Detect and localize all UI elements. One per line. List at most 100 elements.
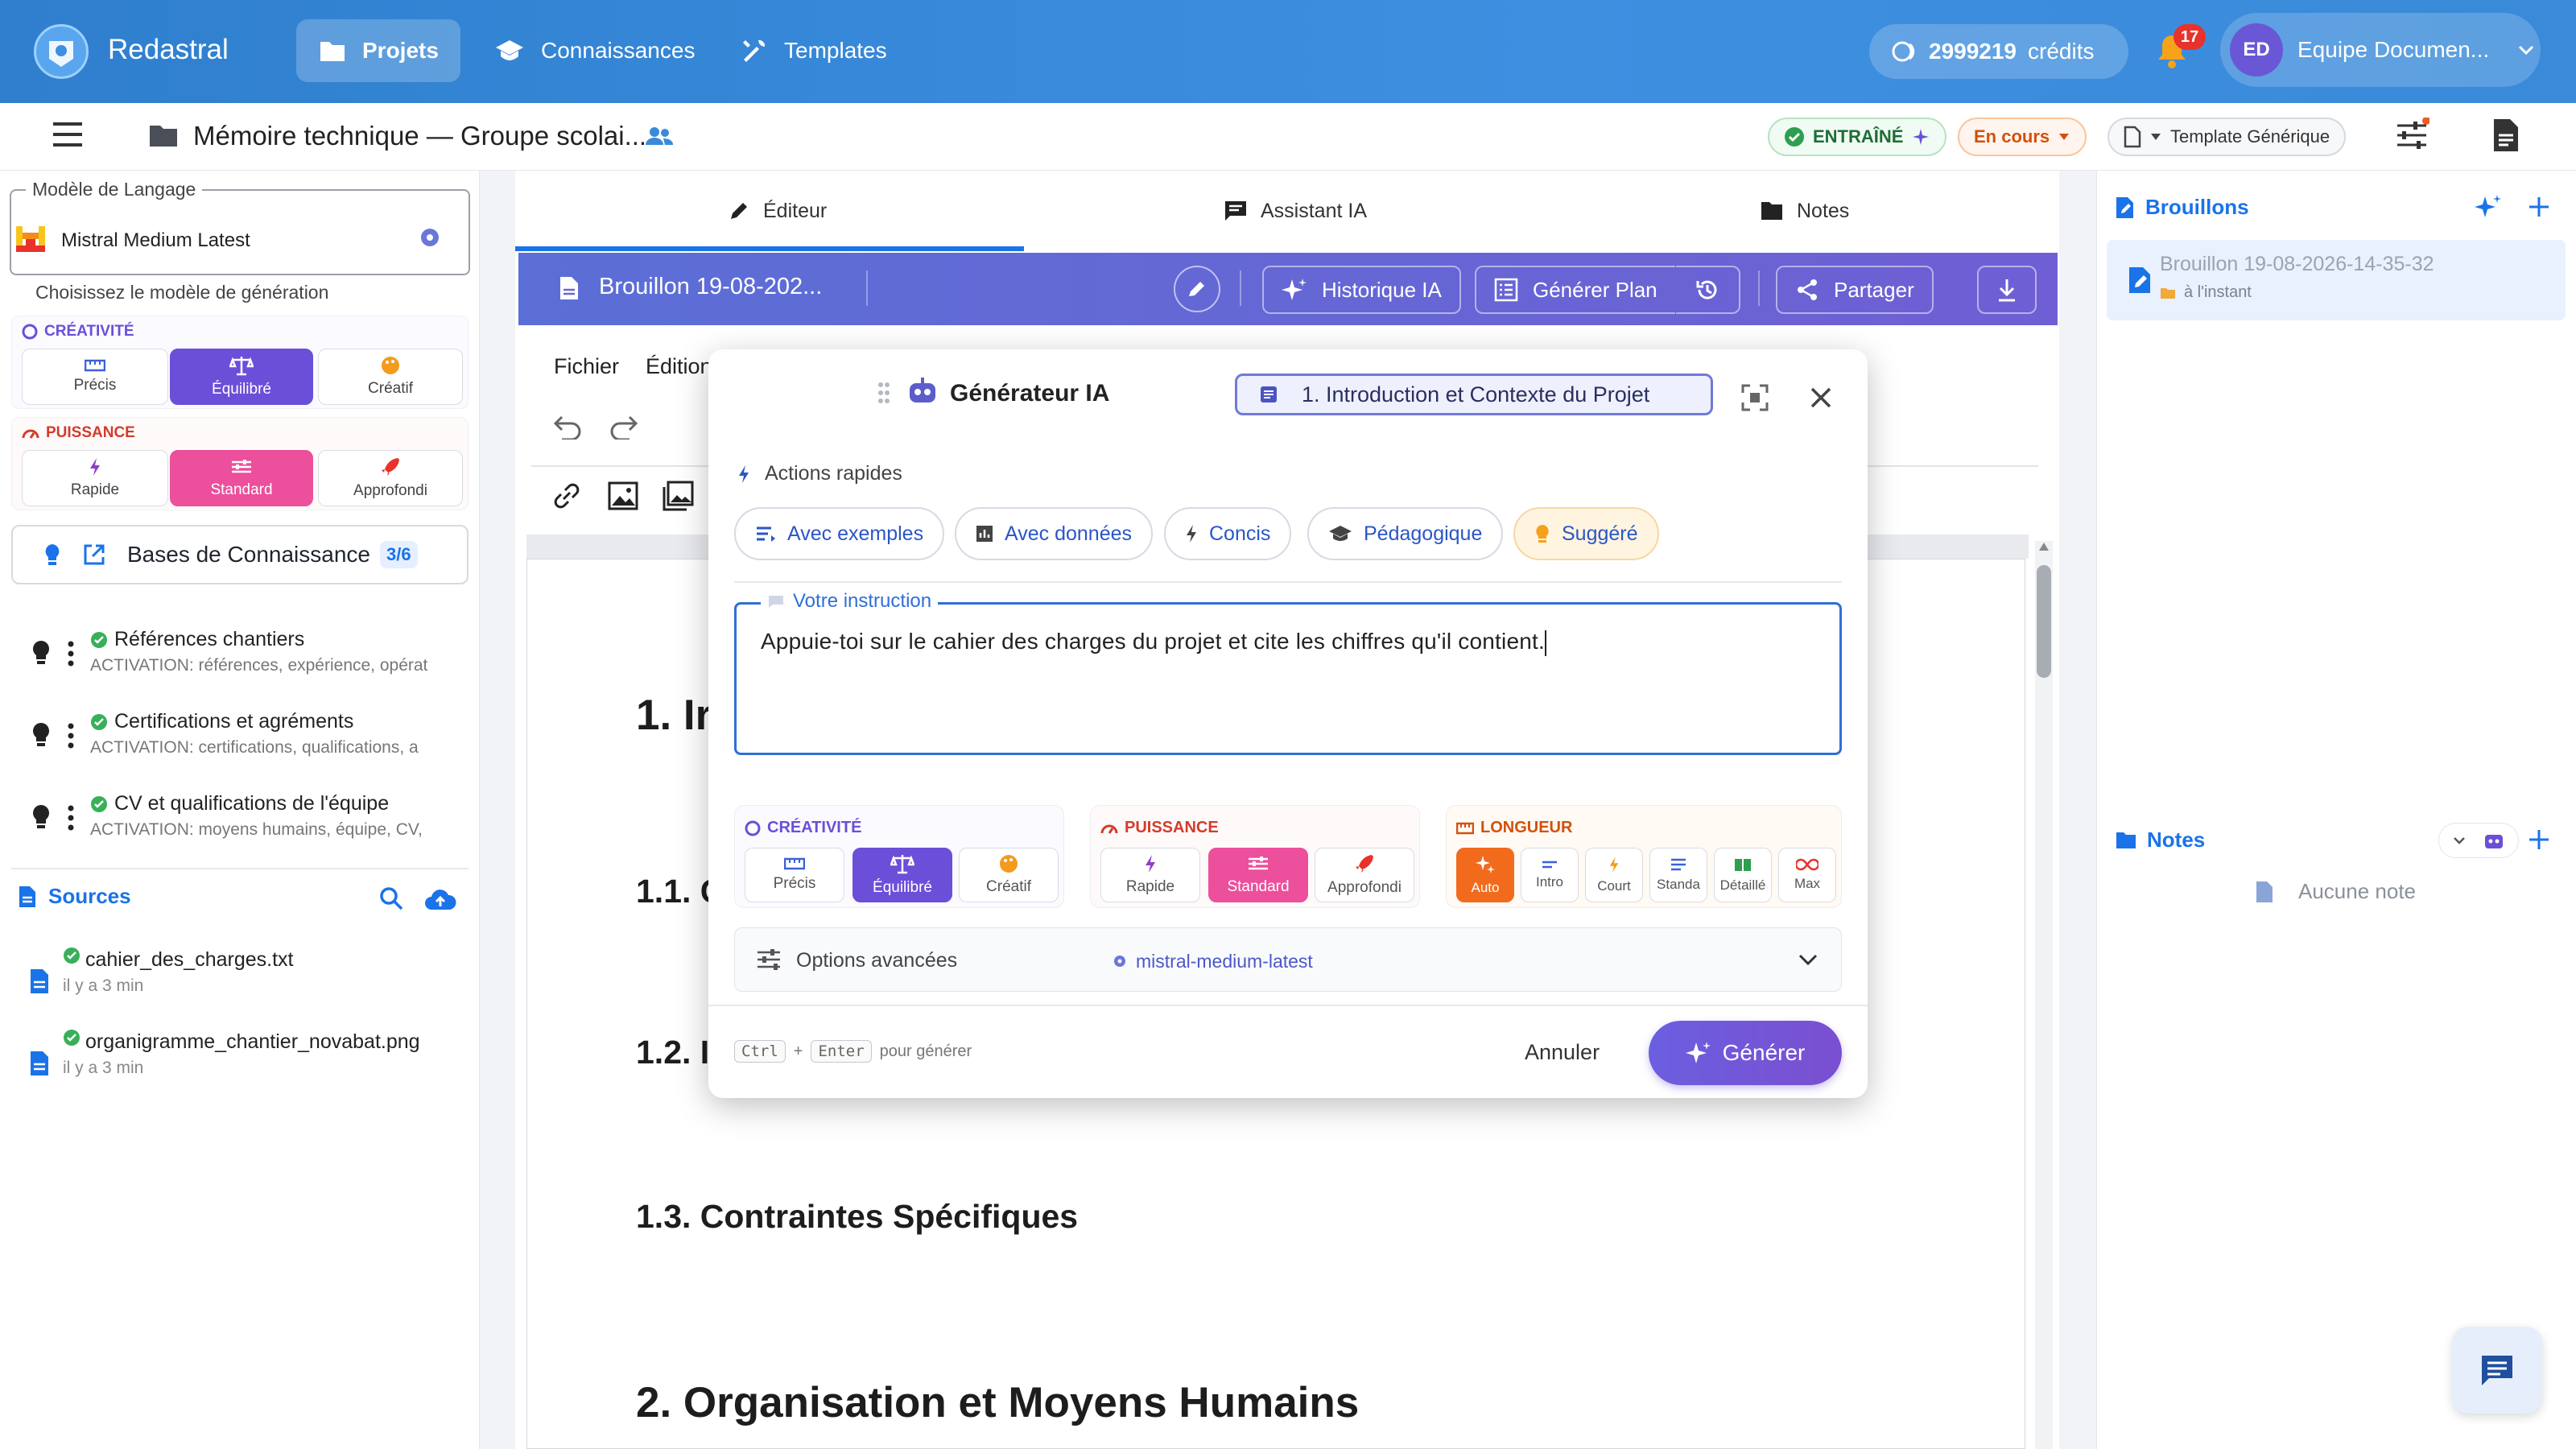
section-chip[interactable]: 1. Introduction et Contexte du Projet <box>1235 374 1713 415</box>
user-menu[interactable]: ED Equipe Documen... <box>2220 13 2541 87</box>
kb-item[interactable]: Certifications et agréments ACTIVATION: … <box>31 710 460 758</box>
document-icon <box>2124 126 2141 148</box>
school-icon <box>494 39 525 63</box>
template-selector[interactable]: Template Générique <box>2107 118 2347 156</box>
open-external-icon[interactable] <box>82 543 106 567</box>
modal-length-segment: LONGUEUR Auto Intro Court Standa Détaill… <box>1446 805 1842 908</box>
length-court-button[interactable]: Court <box>1585 848 1643 902</box>
cancel-button[interactable]: Annuler <box>1525 1040 1600 1065</box>
power-standard-button[interactable]: Standard <box>170 450 313 506</box>
document-panel-icon[interactable] <box>2492 118 2520 153</box>
nav-projets[interactable]: Projets <box>296 19 460 82</box>
image-icon[interactable] <box>607 480 639 512</box>
quick-action-pedagogic[interactable]: Pédagogique <box>1307 507 1504 560</box>
drag-handle-icon[interactable] <box>877 382 890 404</box>
add-draft-icon[interactable] <box>2527 195 2551 219</box>
creativity-creatif-button[interactable]: Créatif <box>318 349 463 405</box>
scrollbar-thumb[interactable] <box>2037 565 2051 678</box>
app-logo[interactable] <box>34 24 89 79</box>
instruction-textarea[interactable]: Votre instruction Appuie-toi sur le cahi… <box>734 590 1842 755</box>
folder-icon <box>2160 287 2176 299</box>
modal-creativity-equilibre-button[interactable]: Équilibré <box>852 848 952 902</box>
modal-power-rapide-button[interactable]: Rapide <box>1100 848 1200 902</box>
document-title[interactable]: Brouillon 19-08-202... <box>599 274 822 300</box>
nav-connaissances[interactable]: Connaissances <box>472 19 717 82</box>
generate-plan-button[interactable]: Générer Plan <box>1475 266 1675 314</box>
credits-pill[interactable]: 2999219 crédits <box>1869 24 2128 79</box>
gallery-icon[interactable] <box>662 480 694 512</box>
length-detaille-label: Détaillé <box>1719 877 1766 893</box>
tab-notes[interactable]: Notes <box>1760 171 1849 251</box>
modal-power-approfondi-button[interactable]: Approfondi <box>1315 848 1414 902</box>
search-icon[interactable] <box>378 886 404 911</box>
chat-fab-button[interactable] <box>2452 1327 2542 1414</box>
notes-filter-toggle[interactable] <box>2438 823 2519 858</box>
modal-creativity-precis-button[interactable]: Précis <box>745 848 844 902</box>
length-intro-button[interactable]: Intro <box>1521 848 1579 902</box>
menu-fichier[interactable]: Fichier <box>554 354 619 379</box>
kb-item[interactable]: CV et qualifications de l'équipe ACTIVAT… <box>31 792 460 840</box>
kb-item[interactable]: Références chantiers ACTIVATION: référen… <box>31 628 460 675</box>
more-vert-icon[interactable] <box>68 723 74 749</box>
top-app-bar: Redastral Projets Connaissances Template… <box>0 0 2576 103</box>
llm-selector[interactable]: Modèle de Langage Mistral Medium Latest <box>10 179 470 275</box>
draft-item[interactable]: Brouillon 19-08-2026-14-35-32 à l'instan… <box>2107 240 2566 320</box>
credits-value: 2999219 <box>1929 39 2017 64</box>
settings-sliders-icon[interactable] <box>2394 118 2429 153</box>
tools-icon <box>741 37 768 64</box>
advanced-options-accordion[interactable]: Options avancées mistral-medium-latest <box>734 927 1842 992</box>
redo-icon[interactable] <box>609 414 641 440</box>
share-button[interactable]: Partager <box>1776 266 1934 314</box>
more-vert-icon[interactable] <box>68 641 74 667</box>
undo-icon[interactable] <box>551 414 583 440</box>
cloud-upload-icon[interactable] <box>423 887 457 911</box>
more-vert-icon[interactable] <box>68 805 74 831</box>
nav-templates[interactable]: Templates <box>718 19 910 82</box>
quick-action-examples[interactable]: Avec exemples <box>734 507 945 560</box>
rename-button[interactable] <box>1174 266 1220 312</box>
length-auto-button[interactable]: Auto <box>1456 848 1514 902</box>
group-icon[interactable] <box>646 126 673 147</box>
instruction-label-wrap: Votre instruction <box>761 590 939 613</box>
power-rapide-button[interactable]: Rapide <box>22 450 168 506</box>
brand-name: Redastral <box>108 34 229 65</box>
download-button[interactable] <box>1977 266 2037 314</box>
creativity-precis-button[interactable]: Précis <box>22 349 168 405</box>
kb-item-title: Références chantiers <box>114 628 305 650</box>
length-standard-button[interactable]: Standa <box>1649 848 1707 902</box>
status-badge[interactable]: En cours <box>1958 118 2087 156</box>
source-item[interactable]: cahier_des_charges.txt il y a 3 min <box>29 947 293 996</box>
ai-history-button[interactable]: Historique IA <box>1262 266 1461 314</box>
generate-button[interactable]: Générer <box>1649 1021 1842 1085</box>
quick-action-suggested[interactable]: Suggéré <box>1513 507 1659 560</box>
add-note-icon[interactable] <box>2527 828 2551 852</box>
quick-action-concise[interactable]: Concis <box>1164 507 1292 560</box>
link-icon[interactable] <box>551 480 583 512</box>
kbd-enter: Enter <box>811 1040 872 1063</box>
modal-power-standard-button[interactable]: Standard <box>1208 848 1308 902</box>
tab-assistant-ia[interactable]: Assistant IA <box>1224 171 1367 251</box>
length-detaille-button[interactable]: Détaillé <box>1714 848 1772 902</box>
model-brain-icon[interactable] <box>417 226 443 252</box>
tab-editeur[interactable]: Éditeur <box>728 171 827 251</box>
close-icon[interactable] <box>1810 386 1832 409</box>
check-circle-icon <box>63 1029 80 1046</box>
project-title[interactable]: Mémoire technique — Groupe scolai... <box>193 121 646 151</box>
menu-icon[interactable] <box>52 121 84 148</box>
length-max-button[interactable]: Max <box>1778 848 1836 902</box>
folder-icon <box>148 122 179 148</box>
source-item[interactable]: organigramme_chantier_novabat.png il y a… <box>29 1029 420 1078</box>
knowledge-bases-button[interactable]: Bases de Connaissance 3/6 <box>11 525 469 584</box>
modal-creativity-creatif-button[interactable]: Créatif <box>959 848 1059 902</box>
editor-scrollbar[interactable] <box>2035 541 2053 1449</box>
scroll-up-arrow[interactable] <box>2037 541 2050 552</box>
project-toolbar: Mémoire technique — Groupe scolai... ENT… <box>0 103 2576 171</box>
power-title: PUISSANCE <box>22 424 135 442</box>
history-button[interactable] <box>1676 266 1740 314</box>
sparkle-icon[interactable] <box>2474 193 2503 222</box>
quick-action-data[interactable]: Avec données <box>955 507 1153 560</box>
fullscreen-icon[interactable] <box>1740 383 1769 412</box>
power-approfondi-button[interactable]: Approfondi <box>318 450 463 506</box>
menu-edition[interactable]: Édition <box>646 354 712 379</box>
creativity-equilibre-button[interactable]: Équilibré <box>170 349 313 405</box>
